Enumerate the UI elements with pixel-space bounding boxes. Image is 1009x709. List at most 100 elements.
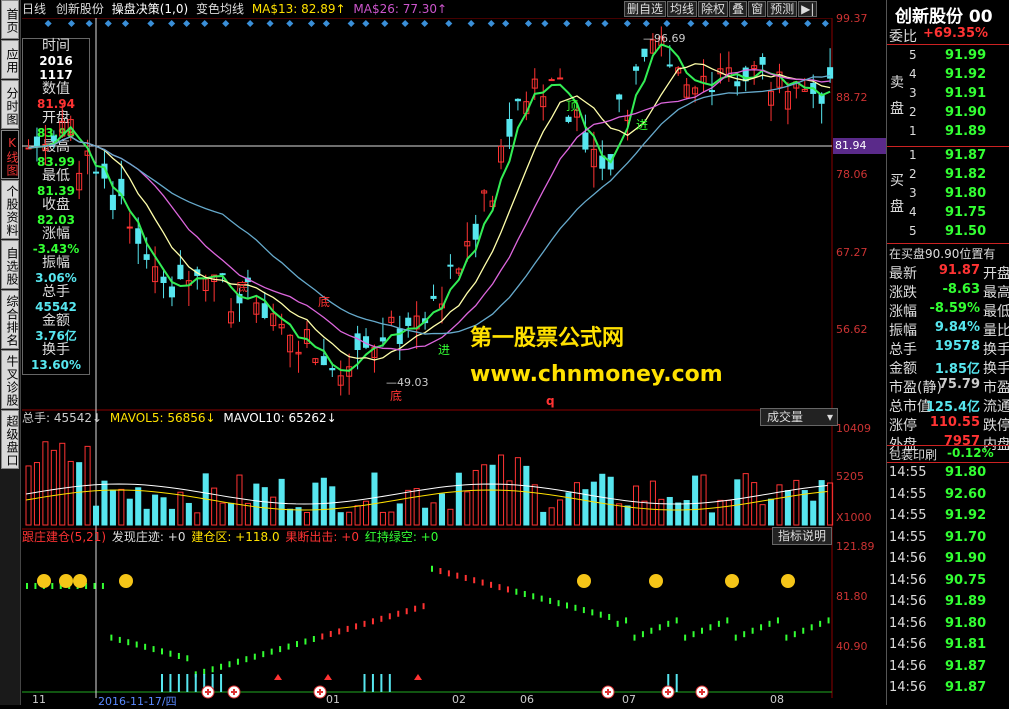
indicator-help-button[interactable]: 指标说明: [772, 527, 832, 545]
signal-diamond: [524, 19, 532, 28]
volume-bar: [742, 473, 749, 526]
indicator-tick: [414, 605, 417, 612]
indicator-tick: [304, 638, 307, 645]
volume-bar: [126, 498, 133, 526]
indicator-tick: [118, 636, 121, 643]
nav-0[interactable]: 首页: [1, 0, 19, 39]
stat-right-label-3: 量比: [983, 323, 1009, 339]
signal-diamond: [401, 19, 409, 28]
volume-bar: [236, 474, 243, 526]
total-volume-label: 总手: 45542↓: [22, 411, 103, 425]
forward-icon[interactable]: ▶|: [798, 1, 818, 17]
toolbar-button-5[interactable]: 预测: [767, 1, 798, 17]
volume-bar: [270, 496, 277, 526]
candle: [514, 98, 521, 102]
volume-bar: [506, 480, 513, 526]
signal-diamond: [740, 19, 749, 28]
toolbar-button-3[interactable]: 叠: [729, 1, 748, 17]
indicator-name[interactable]: 跟庄建仓(5,21): [22, 530, 106, 544]
tick-time-4: 14:56: [889, 551, 927, 566]
tick-time-7: 14:56: [889, 615, 927, 631]
nav-7[interactable]: 牛叉诊股: [1, 350, 19, 409]
indicator-spike: [177, 674, 180, 692]
buy-price-3: 91.80: [945, 186, 987, 201]
date-label-4: 06: [520, 693, 534, 706]
stock-name: 创新股份: [55, 2, 104, 16]
volume-bar: [700, 474, 707, 526]
nav-1[interactable]: 应用: [1, 40, 19, 79]
volume-bar: [228, 502, 235, 526]
indicator-spike: [169, 674, 172, 692]
volume-bar: [768, 498, 775, 526]
period-label[interactable]: 日线: [22, 2, 46, 16]
toolbar-button-1[interactable]: 均线: [667, 1, 698, 17]
watermark-line2: www.chnmoney.com: [470, 362, 723, 387]
volume-bar: [278, 478, 285, 526]
indicator-tick: [490, 581, 493, 588]
indicator-tick: [793, 631, 796, 638]
volume-bar: [641, 500, 648, 526]
indicator-tick: [439, 568, 442, 575]
volume-bar: [177, 491, 184, 526]
indicator-tick: [701, 627, 703, 634]
indicator-tick: [549, 597, 552, 604]
indicator-tick: [692, 631, 695, 638]
ma26-label: MA$26: 77.30↑: [353, 2, 448, 16]
tick-price-2: 91.92: [945, 508, 987, 523]
volume-bar: [590, 481, 597, 526]
toolbar-button-4[interactable]: 窗: [748, 1, 767, 17]
signal-diamond: [168, 19, 176, 28]
indicator-tick: [447, 570, 450, 577]
indicator-spike: [194, 674, 197, 692]
indicator-tick: [566, 602, 568, 609]
indicator-spike: [220, 674, 223, 692]
signal-diamond: [44, 19, 52, 28]
indicator-tick: [658, 624, 661, 631]
indicator-tick: [405, 608, 408, 615]
sell-side-label: 卖 盘: [890, 75, 904, 117]
indicator-tick: [329, 630, 332, 637]
bottom-mark-3: 底: [390, 389, 403, 403]
stat-label-0: 最新: [889, 266, 917, 282]
nav-6[interactable]: 综合排名: [1, 290, 19, 349]
toolbar-button-2[interactable]: 除权: [698, 1, 729, 17]
nav-2[interactable]: 分时图: [1, 80, 19, 129]
candle: [759, 57, 766, 65]
indicator-tick: [371, 618, 374, 625]
toolbar-button-0[interactable]: 删自选: [624, 1, 667, 17]
stat-label-7: 总市值: [889, 399, 931, 415]
volume-bar: [531, 484, 538, 526]
indicator-tick: [734, 634, 737, 641]
nav-5[interactable]: 自选股: [1, 240, 19, 289]
signal-diamond: [183, 19, 191, 28]
price-axis-2: 88.72: [836, 91, 868, 104]
indicator-label: 变色均线: [195, 2, 244, 16]
indicator-tick: [312, 636, 315, 642]
signal-diamond: [421, 19, 429, 28]
indicator-tick: [422, 603, 425, 610]
indicator-tick: [51, 582, 54, 589]
nav-3[interactable]: K线图: [1, 130, 19, 179]
sell-level-3: 3: [909, 86, 917, 100]
indicator-tick: [279, 646, 282, 653]
indicator-tick: [380, 615, 383, 622]
candle: [582, 132, 589, 150]
volume-bar: [101, 480, 108, 526]
volume-bar: [599, 473, 606, 526]
candle: [109, 194, 116, 211]
separator: [887, 462, 1009, 463]
indicator-tick: [203, 668, 206, 675]
indicator-tick: [186, 655, 189, 662]
volume-bar: [261, 487, 268, 526]
buy-price-5: 91.50: [945, 224, 987, 239]
signal-diamond: [467, 19, 475, 28]
indicator-tick: [397, 610, 400, 617]
volume-bar: [371, 472, 378, 526]
indicator-tick: [625, 617, 628, 624]
nav-4[interactable]: 个股资料: [1, 180, 19, 239]
volume-indicator-dropdown[interactable]: 成交量 ▾: [760, 408, 838, 426]
volume-bar: [405, 489, 412, 526]
nav-8[interactable]: 超级盘口: [1, 410, 19, 469]
vol-axis-3: X1000: [836, 511, 872, 524]
volume-bar: [413, 488, 420, 526]
